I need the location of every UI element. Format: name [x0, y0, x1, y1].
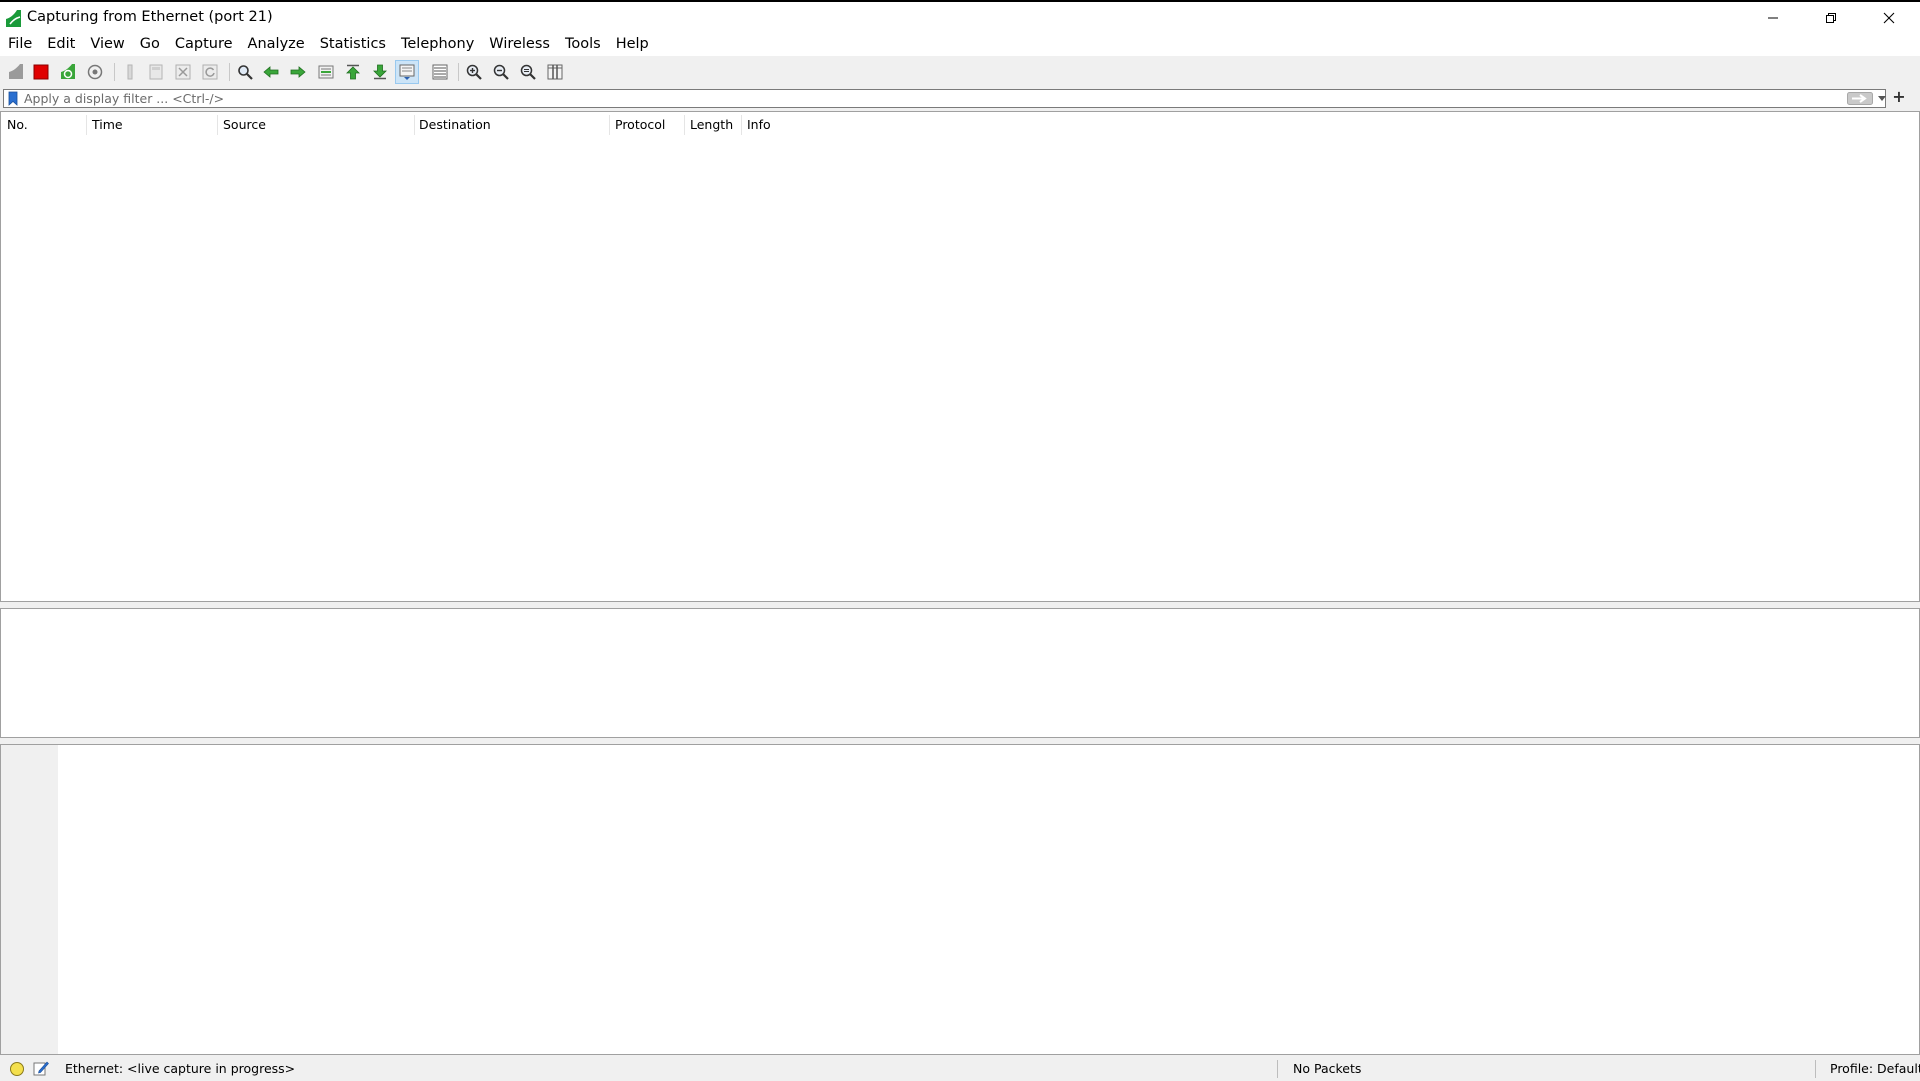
profile-selector[interactable]: Profile: Default [1830, 1057, 1920, 1081]
menu-tools[interactable]: Tools [557, 33, 608, 56]
find-packet-icon [238, 65, 253, 80]
resize-columns-icon [547, 64, 563, 80]
menu-wireless[interactable]: Wireless [481, 33, 557, 56]
filter-history-dropdown[interactable] [1877, 91, 1887, 106]
column-header-source[interactable]: Source [218, 112, 414, 138]
packet-bytes-pane[interactable] [0, 744, 1920, 1055]
zoom-out-button[interactable] [489, 60, 513, 84]
menu-go[interactable]: Go [132, 33, 167, 56]
close-file-icon [175, 64, 191, 80]
capture-comment-icon[interactable] [33, 1060, 49, 1076]
column-header-protocol[interactable]: Protocol [610, 112, 684, 138]
capture-options-button[interactable] [83, 60, 107, 84]
reload-file-icon [202, 64, 218, 80]
menu-analyze[interactable]: Analyze [240, 33, 312, 56]
column-header-time[interactable]: Time [87, 112, 217, 138]
last-packet-icon [373, 64, 387, 80]
auto-scroll-icon [399, 64, 415, 80]
reload-file-button[interactable] [198, 60, 222, 84]
packet-count-text: No Packets [1293, 1061, 1362, 1076]
minimize-icon [1768, 17, 1778, 18]
normal-size-button[interactable] [516, 60, 540, 84]
stop-capture-icon [33, 64, 49, 80]
menu-edit[interactable]: Edit [39, 33, 82, 56]
toolbar-separator [114, 63, 115, 81]
go-to-packet-icon [318, 65, 334, 79]
last-packet-button[interactable] [368, 60, 392, 84]
save-file-icon [149, 64, 163, 80]
restore-icon [1826, 12, 1836, 23]
chevron-down-icon [1878, 96, 1886, 101]
open-file-button[interactable] [118, 60, 142, 84]
status-divider [1277, 1060, 1278, 1078]
window-title: Capturing from Ethernet (port 21) [27, 9, 273, 25]
display-filter-input[interactable] [24, 90, 1844, 107]
title-bar: Capturing from Ethernet (port 21) [0, 0, 1920, 33]
find-packet-button[interactable] [233, 60, 257, 84]
first-packet-button[interactable] [341, 60, 365, 84]
zoom-in-icon [466, 64, 482, 80]
open-file-icon [127, 64, 133, 80]
packet-details-pane[interactable] [0, 608, 1920, 738]
column-header-info[interactable]: Info [742, 112, 1342, 138]
main-toolbar [0, 56, 1920, 87]
capture-options-icon [87, 64, 103, 80]
display-filter-field [3, 89, 1886, 108]
minimize-button[interactable] [1744, 2, 1802, 33]
zoom-out-icon [493, 64, 509, 80]
zoom-in-button[interactable] [462, 60, 486, 84]
normal-size-icon [520, 64, 536, 80]
colorize-icon [432, 64, 448, 80]
restore-button[interactable] [1802, 2, 1860, 33]
go-back-button[interactable] [259, 60, 283, 84]
column-header-destination[interactable]: Destination [414, 112, 609, 138]
menu-statistics[interactable]: Statistics [312, 33, 393, 56]
go-forward-button[interactable] [286, 60, 310, 84]
auto-scroll-button[interactable] [395, 60, 419, 84]
go-back-icon [263, 66, 279, 78]
restart-capture-icon [61, 64, 75, 79]
packet-list-header: No. Time Source Destination Protocol Len… [1, 112, 1919, 138]
toolbar-separator [229, 63, 230, 81]
apply-filter-arrow-icon[interactable] [1847, 91, 1873, 106]
bookmark-icon[interactable] [7, 91, 19, 106]
close-button[interactable] [1860, 2, 1918, 33]
menu-telephony[interactable]: Telephony [393, 33, 481, 56]
packet-list-pane[interactable]: No. Time Source Destination Protocol Len… [0, 111, 1920, 602]
status-bar: Ethernet: <live capture in progress> No … [0, 1057, 1920, 1081]
column-header-length[interactable]: Length [685, 112, 741, 138]
menu-bar: File Edit View Go Capture Analyze Statis… [0, 33, 1920, 56]
first-packet-icon [346, 64, 360, 80]
column-header-no[interactable]: No. [2, 112, 86, 138]
colorize-button[interactable] [428, 60, 452, 84]
close-icon [1883, 12, 1895, 23]
start-capture-icon [9, 64, 23, 79]
add-filter-button[interactable]: + [1890, 88, 1908, 107]
menu-help[interactable]: Help [608, 33, 656, 56]
menu-view[interactable]: View [82, 33, 131, 56]
resize-columns-button[interactable] [543, 60, 567, 84]
stop-capture-button[interactable] [29, 60, 53, 84]
go-to-packet-button[interactable] [314, 60, 338, 84]
close-file-button[interactable] [171, 60, 195, 84]
go-forward-icon [290, 66, 306, 78]
menu-capture[interactable]: Capture [167, 33, 240, 56]
toolbar-separator [458, 63, 459, 81]
save-file-button[interactable] [144, 60, 168, 84]
status-divider [1815, 1060, 1816, 1078]
bytes-offset-gutter [1, 745, 58, 1054]
start-capture-button[interactable] [4, 60, 28, 84]
capture-status-text: Ethernet: <live capture in progress> [65, 1061, 296, 1076]
expert-info-led-icon[interactable] [10, 1062, 24, 1076]
display-filter-bar: + [0, 87, 1920, 109]
wireshark-fin-icon [6, 10, 21, 27]
restart-capture-button[interactable] [56, 60, 80, 84]
menu-file[interactable]: File [0, 33, 39, 56]
